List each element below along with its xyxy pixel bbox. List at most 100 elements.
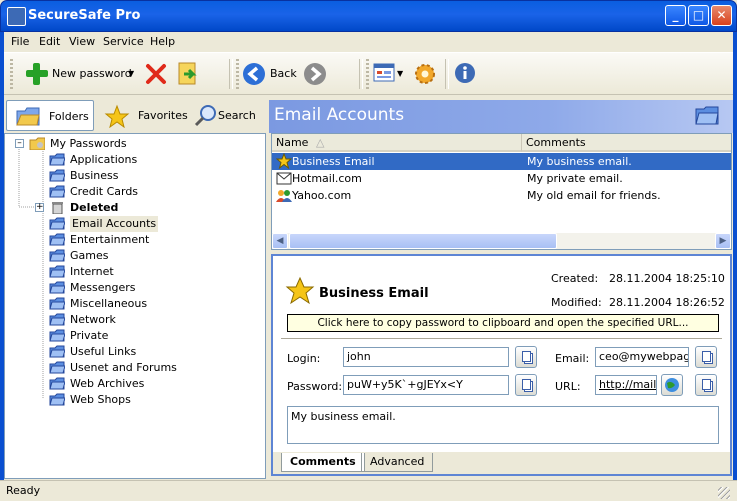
tree-item-label: Usenet and Forums [70,361,177,374]
new-password-label[interactable]: New password [52,67,132,80]
globe-icon [665,378,679,392]
open-url-button[interactable] [661,374,683,396]
entry-title: Business Email [319,286,429,301]
url-label: URL: [555,380,581,393]
toolbar-grip[interactable] [366,59,369,89]
email-label: Email: [555,352,590,365]
envelope-icon [276,172,292,185]
copy-password-button[interactable] [515,374,537,396]
row-comment: My old email for friends. [527,189,661,202]
tree-item-label: Network [70,313,116,326]
tree-expand-toggle[interactable]: + [35,203,44,212]
password-field[interactable]: puW+y5K`+gJEYx<Y [343,375,509,395]
tree-item-label: Deleted [70,201,119,214]
horizontal-scrollbar[interactable]: ◀ ▶ [272,233,731,249]
folder-tree[interactable]: – My Passwords Applications Business Credi… [4,133,266,479]
row-name: Hotmail.com [292,172,362,185]
folder-icon [49,345,65,358]
row-comment: My business email. [527,155,632,168]
folder-icon [49,313,65,326]
search-icon [194,105,216,127]
folder-icon [49,233,65,246]
comment-text: My business email. [291,410,396,423]
view-icon[interactable] [373,63,395,83]
divider [281,338,722,339]
toolbar-grip[interactable] [236,59,239,89]
toolbar-grip[interactable] [10,59,13,89]
toolbar-separator [229,59,233,89]
row-name: Yahoo.com [292,189,352,202]
scroll-thumb[interactable] [289,233,557,249]
folder-icon [49,217,65,230]
tree-item-label: Miscellaneous [70,297,148,310]
star-icon [285,276,315,305]
delete-icon[interactable] [144,62,168,86]
minimize-button[interactable]: _ [665,5,686,26]
copy-login-button[interactable] [515,346,537,368]
toolbar: New password ▼ Back ▼ [4,52,733,95]
passwords-root-icon [29,137,45,150]
export-icon[interactable] [176,61,200,87]
row-name: Business Email [292,155,375,168]
comment-box[interactable]: My business email. [287,406,719,444]
view-dropdown-icon[interactable]: ▼ [397,69,403,78]
maximize-button[interactable]: □ [688,5,709,26]
info-icon[interactable] [454,62,476,84]
url-field[interactable]: http://mail. [595,375,657,395]
app-icon[interactable] [7,7,26,26]
back-arrow-icon[interactable] [242,62,266,86]
modified-label: Modified: [551,296,602,309]
created-value: 28.11.2004 18:25:10 [609,272,725,285]
tree-item-label: Business [70,169,119,182]
tab-search[interactable]: Search [190,100,264,131]
close-button[interactable]: ✕ [711,5,732,26]
modified-value: 28.11.2004 18:26:52 [609,296,725,309]
forward-arrow-icon[interactable] [303,62,327,86]
sort-arrow-icon: △ [315,136,325,149]
copy-password-link[interactable]: Click here to copy password to clipboard… [287,314,719,332]
status-bar: Ready [0,480,737,501]
tab-comments[interactable]: Comments [281,453,365,472]
tree-item-label: Applications [70,153,138,166]
list-row[interactable]: Hotmail.com My private email. [272,170,731,187]
menu-edit[interactable]: Edit [39,35,60,48]
copy-url-button[interactable] [695,374,717,396]
folder-header: Email Accounts [269,100,733,133]
folder-icon [49,249,65,262]
menu-help[interactable]: Help [150,35,175,48]
tree-collapse-toggle[interactable]: – [15,139,24,148]
login-label: Login: [287,352,321,365]
tree-item-label: Web Shops [70,393,131,406]
tree-item-label: Entertainment [70,233,150,246]
login-field[interactable]: john [343,347,509,367]
column-header-name[interactable]: Name △ [272,134,522,152]
menu-service[interactable]: Service [103,35,144,48]
scroll-right-button[interactable]: ▶ [715,233,731,249]
gear-icon[interactable] [412,61,438,87]
tab-folders[interactable]: Folders [6,100,94,131]
tree-item-label: Credit Cards [70,185,139,198]
list-row[interactable]: Yahoo.com My old email for friends. [272,187,731,204]
tree-item-label: Web Archives [70,377,145,390]
tab-advanced[interactable]: Advanced [361,453,434,472]
list-row[interactable]: Business Email My business email. [272,153,731,170]
column-comments-label: Comments [526,136,586,149]
menu-file[interactable]: File [11,35,29,48]
column-header-comments[interactable]: Comments [522,134,731,152]
password-list[interactable]: Name △ Comments Business Email My busine… [271,133,732,250]
folder-icon [49,377,65,390]
email-field[interactable]: ceo@mywebpage [595,347,689,367]
tab-favorites[interactable]: Favorites [96,100,188,131]
row-comment: My private email. [527,172,623,185]
scroll-left-button[interactable]: ◀ [272,233,288,249]
toolbar-separator [445,59,449,89]
tree-root-label: My Passwords [50,137,127,150]
back-label[interactable]: Back [270,67,297,80]
folders-icon [16,107,40,126]
menu-view[interactable]: View [69,35,95,48]
new-password-dropdown-icon[interactable]: ▼ [128,69,134,78]
new-password-button[interactable] [24,61,50,90]
tab-folders-label: Folders [49,110,89,123]
copy-email-button[interactable] [695,346,717,368]
resize-grip[interactable] [718,487,730,499]
